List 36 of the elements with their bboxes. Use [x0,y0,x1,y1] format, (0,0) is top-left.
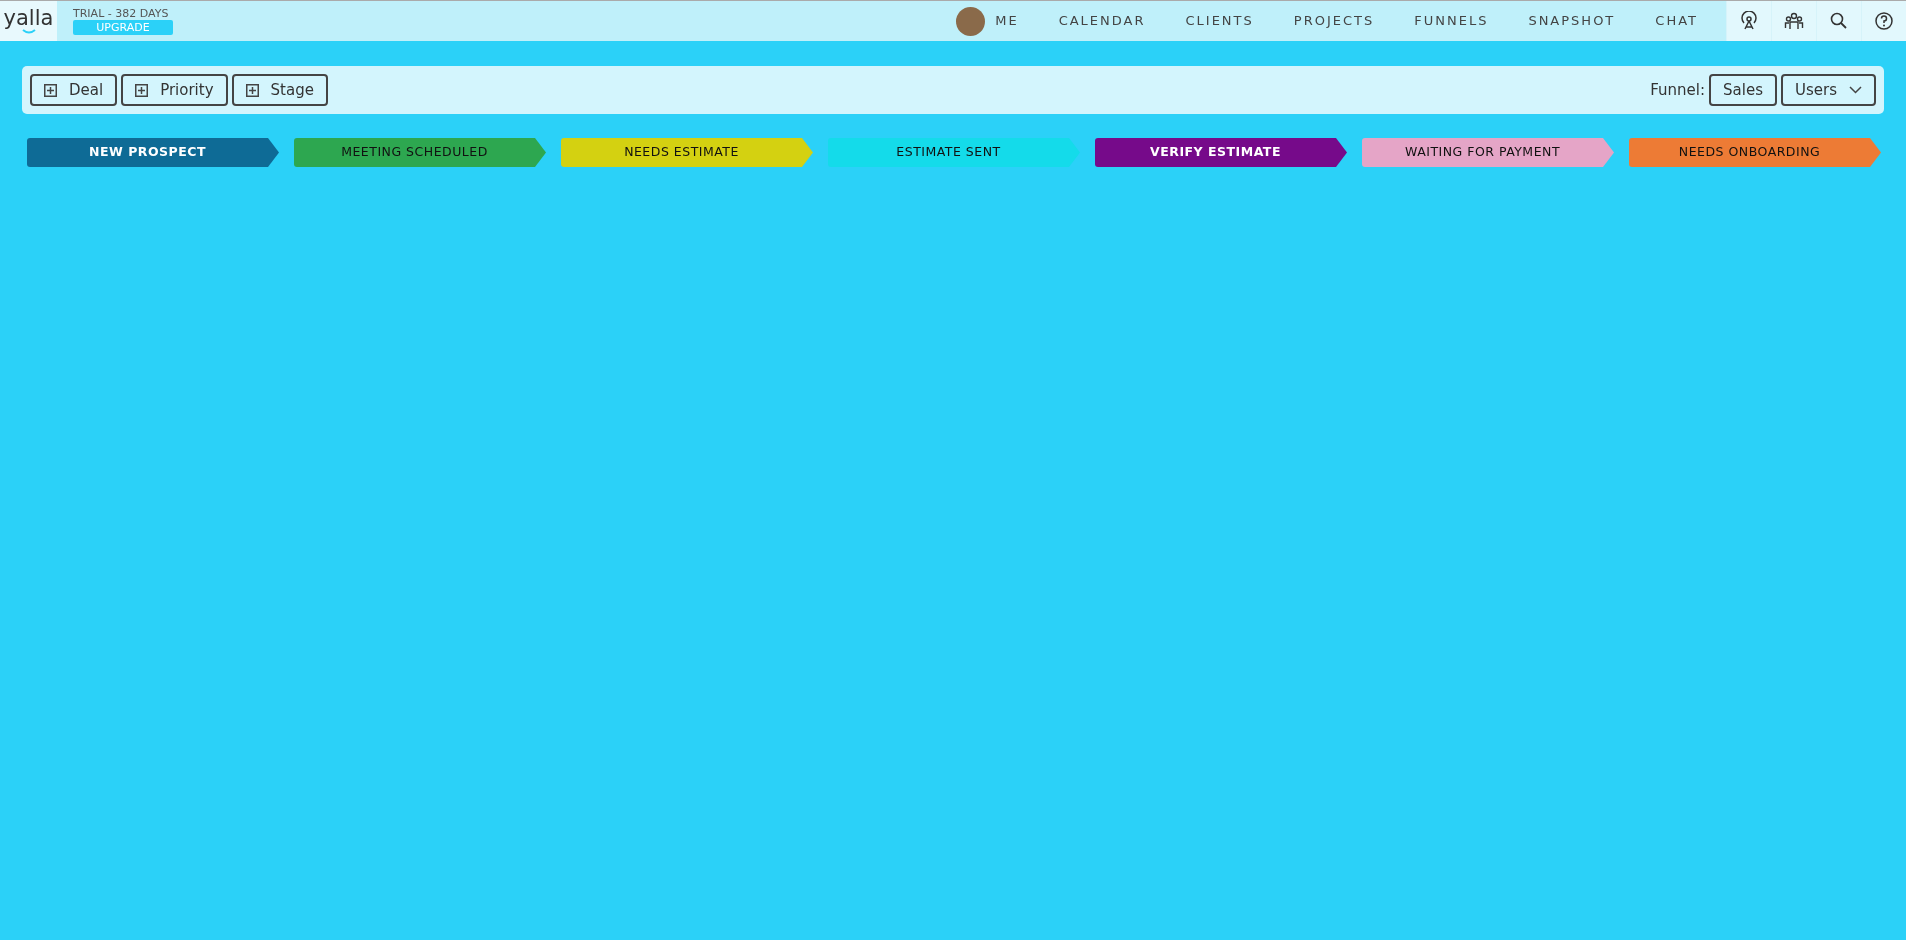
avatar[interactable] [956,6,986,36]
trial-status: TRIAL - 382 DAYS [73,6,170,21]
smile-icon [21,29,36,34]
stage-header[interactable]: WAITING FOR PAYMENT [1362,138,1614,167]
nav-link[interactable]: CHAT [1635,11,1718,31]
icon-button[interactable] [1726,1,1771,41]
stage-header[interactable]: VERIFY ESTIMATE [1095,138,1347,167]
nav-link[interactable]: PROJECTS [1273,11,1395,31]
plus-square-icon [44,83,57,97]
icon-button[interactable] [1861,1,1906,41]
stage-header[interactable]: NEW PROSPECT [27,138,279,167]
nav-link[interactable]: SNAPSHOT [1508,11,1636,31]
plus-square-icon [135,83,149,97]
nav-link[interactable]: ME [985,11,1039,31]
logo-text: yalla [3,8,54,29]
users-dropdown[interactable]: Users [1781,74,1876,106]
nav-link[interactable]: CLIENTS [1165,11,1274,31]
search-icon [1829,11,1849,31]
stage-header[interactable]: ESTIMATE SENT [828,138,1080,167]
nav-link[interactable]: CALENDAR [1038,11,1166,31]
add-button[interactable]: Priority [121,74,228,106]
funnel-button[interactable]: Sales [1709,74,1777,106]
help-icon [1874,11,1894,31]
add-button[interactable]: Deal [30,74,118,106]
add-button[interactable]: Stage [231,74,328,106]
icon-button[interactable] [1816,1,1861,41]
nav-link[interactable]: FUNNELS [1394,11,1509,31]
stage-header[interactable]: NEEDS ONBOARDING [1629,138,1881,167]
chevron-down-icon [1849,86,1862,94]
team-icon [1784,11,1804,31]
icon-button[interactable] [1771,1,1816,41]
funnel-label: Funnel: [1650,79,1706,101]
plus-square-icon [245,83,259,97]
stage-header[interactable]: MEETING SCHEDULED [294,138,546,167]
stage-header[interactable]: NEEDS ESTIMATE [561,138,813,167]
broadcast-icon [1739,11,1759,31]
